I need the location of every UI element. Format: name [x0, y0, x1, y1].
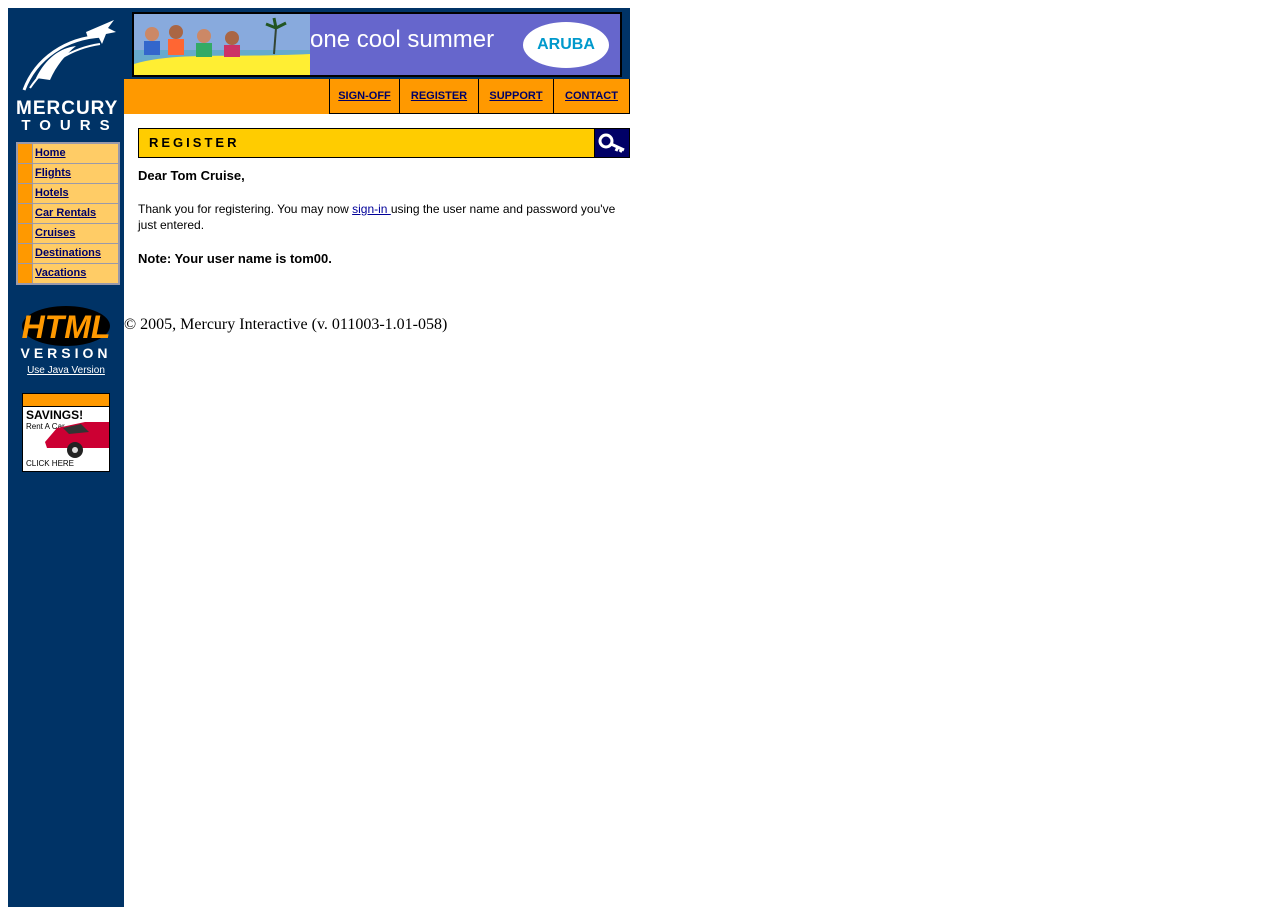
copyright-footer: © 2005, Mercury Interactive (v. 011003-1… [124, 316, 448, 333]
java-version-link[interactable]: Use Java Version [8, 365, 124, 376]
mercury-tours-logo[interactable]: MERCURY TOURS [16, 18, 117, 134]
sign-off-link[interactable]: SIGN-OFF [329, 79, 399, 113]
message-before: Thank you for registering. You may now [138, 202, 353, 216]
sidebar-item-home[interactable]: Home [18, 144, 118, 163]
nav-marker [18, 204, 33, 223]
html-version-badge: HTML VERSION [20, 304, 112, 361]
sidebar-item-car-rentals[interactable]: Car Rentals [18, 203, 118, 223]
banner-photo [134, 14, 310, 75]
ad-top-bar [23, 394, 109, 407]
sidebar-link-vacations[interactable]: Vacations [33, 264, 118, 283]
nav-marker [18, 244, 33, 263]
sidebar-nav: Home Flights Hotels Car Rentals Cruises … [16, 142, 120, 285]
sidebar-link-hotels[interactable]: Hotels [33, 184, 118, 203]
sidebar-item-cruises[interactable]: Cruises [18, 223, 118, 243]
top-nav-links: SIGN-OFF REGISTER SUPPORT CONTACT [329, 79, 630, 114]
support-link[interactable]: SUPPORT [478, 79, 553, 113]
registration-confirmation: Dear Tom Cruise, Thank you for registeri… [138, 168, 628, 266]
aruba-logo-text: ARUBA [537, 36, 595, 53]
ad-cta: CLICK HERE [26, 459, 75, 468]
car-icon [45, 422, 109, 458]
html-version-graphic: HTML VERSION [20, 306, 111, 361]
nav-marker [18, 184, 33, 203]
contact-link[interactable]: CONTACT [553, 79, 630, 113]
nav-marker [18, 164, 33, 183]
register-link[interactable]: REGISTER [399, 79, 478, 113]
top-nav-bar: SIGN-OFF REGISTER SUPPORT CONTACT [124, 79, 630, 114]
airplane-icon [22, 20, 116, 91]
sidebar-item-destinations[interactable]: Destinations [18, 243, 118, 263]
banner-headline: one cool summer [310, 26, 495, 53]
section-title: REGISTER [139, 129, 595, 157]
sidebar-link-cruises[interactable]: Cruises [33, 224, 118, 243]
html-badge-subtext: VERSION [20, 345, 111, 360]
sidebar-link-flights[interactable]: Flights [33, 164, 118, 183]
username-note: Note: Your user name is tom00. [138, 251, 332, 266]
nav-marker [18, 264, 33, 283]
aruba-banner[interactable]: one cool summer ARUBA [132, 12, 622, 77]
logo-line-tours: TOURS [21, 117, 119, 134]
left-sidebar: MERCURY TOURS Home Flights Hotels Car Re… [8, 8, 124, 907]
sidebar-link-car-rentals[interactable]: Car Rentals [33, 204, 118, 223]
nav-marker [18, 224, 33, 243]
aruba-logo: ARUBA [523, 22, 609, 68]
sidebar-link-home[interactable]: Home [33, 144, 118, 163]
rent-a-car-ad[interactable]: SAVINGS! Rent A Car CLICK HERE [22, 393, 110, 472]
confirmation-message: Thank you for registering. You may now s… [138, 201, 628, 233]
nav-marker [18, 144, 33, 163]
sidebar-link-destinations[interactable]: Destinations [33, 244, 118, 263]
sidebar-item-flights[interactable]: Flights [18, 163, 118, 183]
sidebar-item-hotels[interactable]: Hotels [18, 183, 118, 203]
register-section-header: REGISTER [138, 128, 630, 158]
key-icon-box [595, 129, 629, 157]
key-icon [598, 133, 625, 153]
sidebar-item-vacations[interactable]: Vacations [18, 263, 118, 283]
html-badge-text: HTML [22, 309, 111, 345]
greeting-text: Dear Tom Cruise, [138, 168, 245, 183]
sign-in-link[interactable]: sign-in [352, 202, 391, 216]
